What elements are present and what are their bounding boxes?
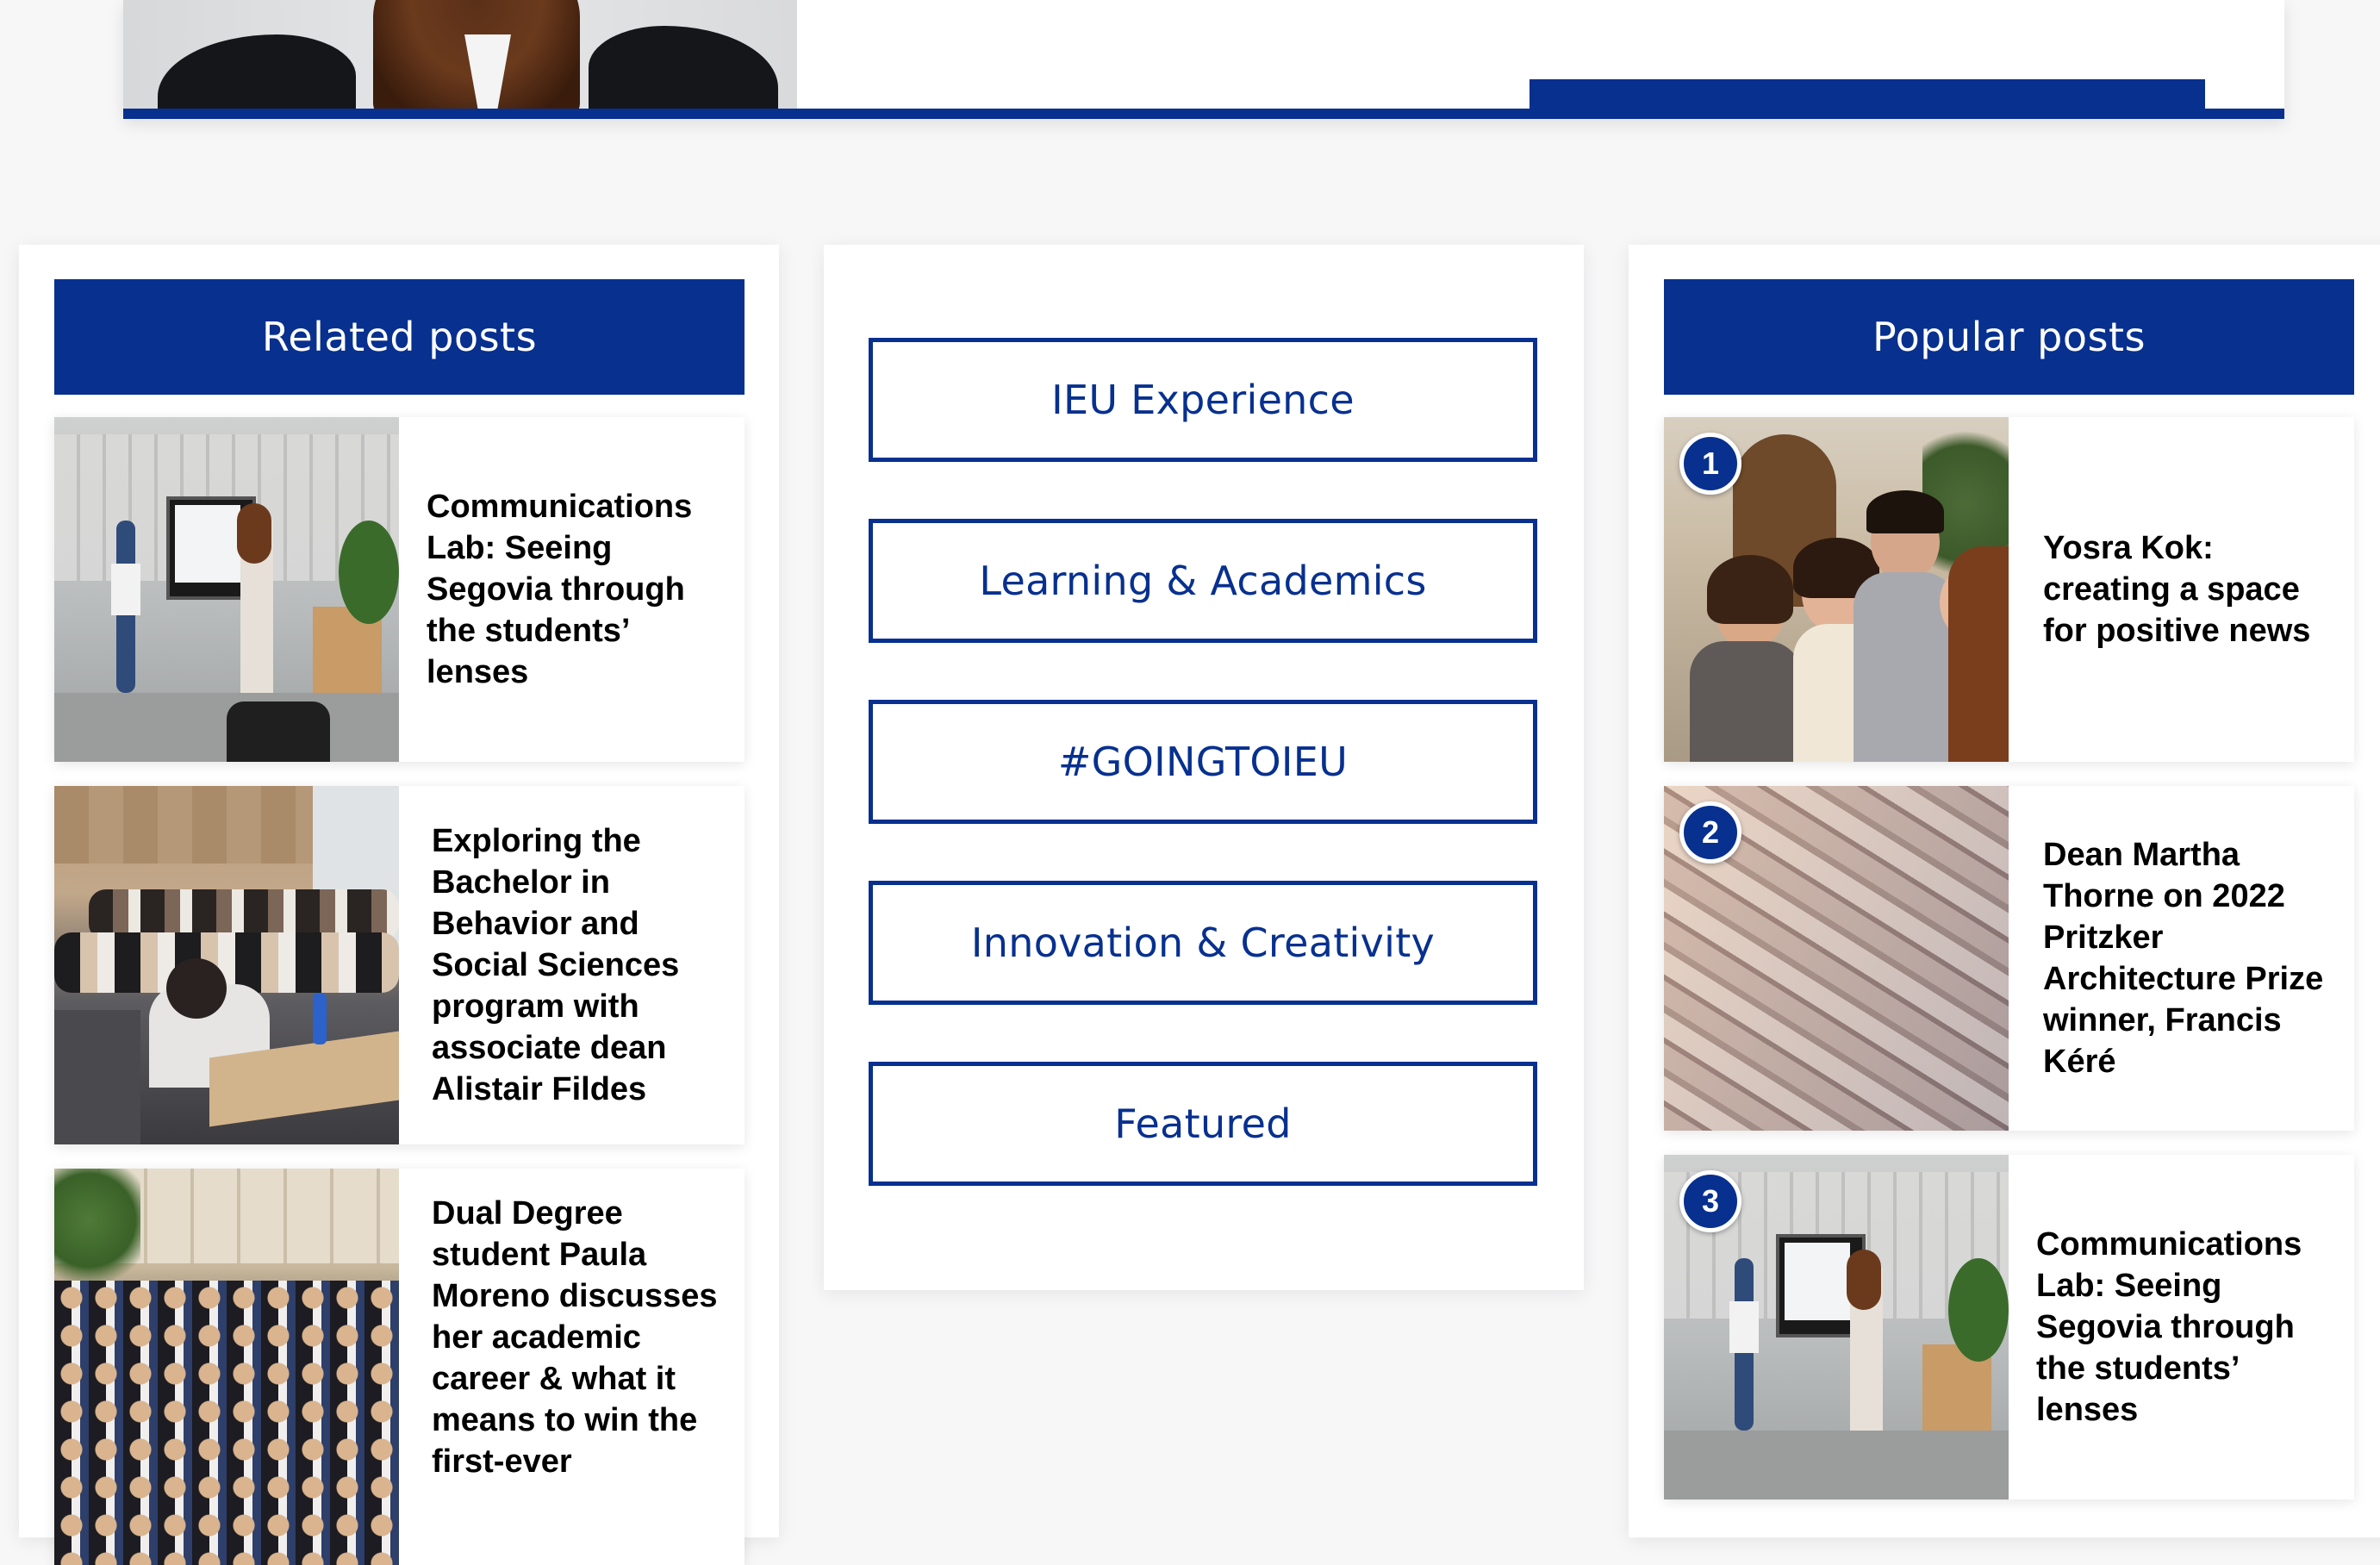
popular-post-card[interactable]: 3 Communications Lab: Seeing Segovia thr… [1664, 1155, 2354, 1500]
post-title[interactable]: Dual Degree student Paula Moreno discuss… [432, 1169, 720, 1565]
rank-badge: 3 [1679, 1170, 1741, 1232]
post-title[interactable]: Exploring the Bachelor in Behavior and S… [432, 786, 720, 1144]
popular-post-card[interactable]: 2 Dean Martha Thorne on 2022 Pritzker Ar… [1664, 786, 2354, 1131]
hero-accent-bar [123, 109, 2284, 119]
post-thumbnail[interactable] [54, 786, 399, 1144]
popular-post-card[interactable]: 1 Yosra Kok: creating a space for positi… [1664, 417, 2354, 762]
related-posts-header: Related posts [54, 279, 745, 395]
category-button[interactable]: Learning & Academics [869, 519, 1537, 643]
post-thumbnail[interactable] [54, 1169, 399, 1565]
hero-card [123, 0, 2284, 119]
category-button[interactable]: Featured [869, 1062, 1537, 1186]
post-title[interactable]: Dean Martha Thorne on 2022 Pritzker Arch… [2043, 786, 2330, 1131]
category-button[interactable]: #GOINGTOIEU [869, 700, 1537, 824]
category-button[interactable]: IEU Experience [869, 338, 1537, 462]
post-thumbnail[interactable] [54, 417, 399, 762]
rank-badge: 1 [1679, 433, 1741, 495]
popular-posts-widget: Popular posts 1 Yosra Kok: creating a sp… [1629, 245, 2380, 1537]
category-button[interactable]: Innovation & Creativity [869, 881, 1537, 1005]
author-photo [123, 0, 797, 109]
related-post-card[interactable]: Exploring the Bachelor in Behavior and S… [54, 786, 745, 1144]
hero-accent-tab [1530, 79, 2205, 110]
post-title[interactable]: Communications Lab: Seeing Segovia throu… [2036, 1155, 2330, 1500]
popular-posts-header: Popular posts [1664, 279, 2354, 395]
rank-badge: 2 [1679, 801, 1741, 864]
related-post-card[interactable]: Dual Degree student Paula Moreno discuss… [54, 1169, 745, 1565]
post-title[interactable]: Yosra Kok: creating a space for positive… [2043, 417, 2330, 762]
related-posts-widget: Related posts Communications Lab: Seeing… [19, 245, 779, 1565]
post-title[interactable]: Communications Lab: Seeing Segovia throu… [427, 417, 720, 762]
categories-widget: IEU Experience Learning & Academics #GOI… [824, 245, 1584, 1290]
related-post-card[interactable]: Communications Lab: Seeing Segovia throu… [54, 417, 745, 762]
